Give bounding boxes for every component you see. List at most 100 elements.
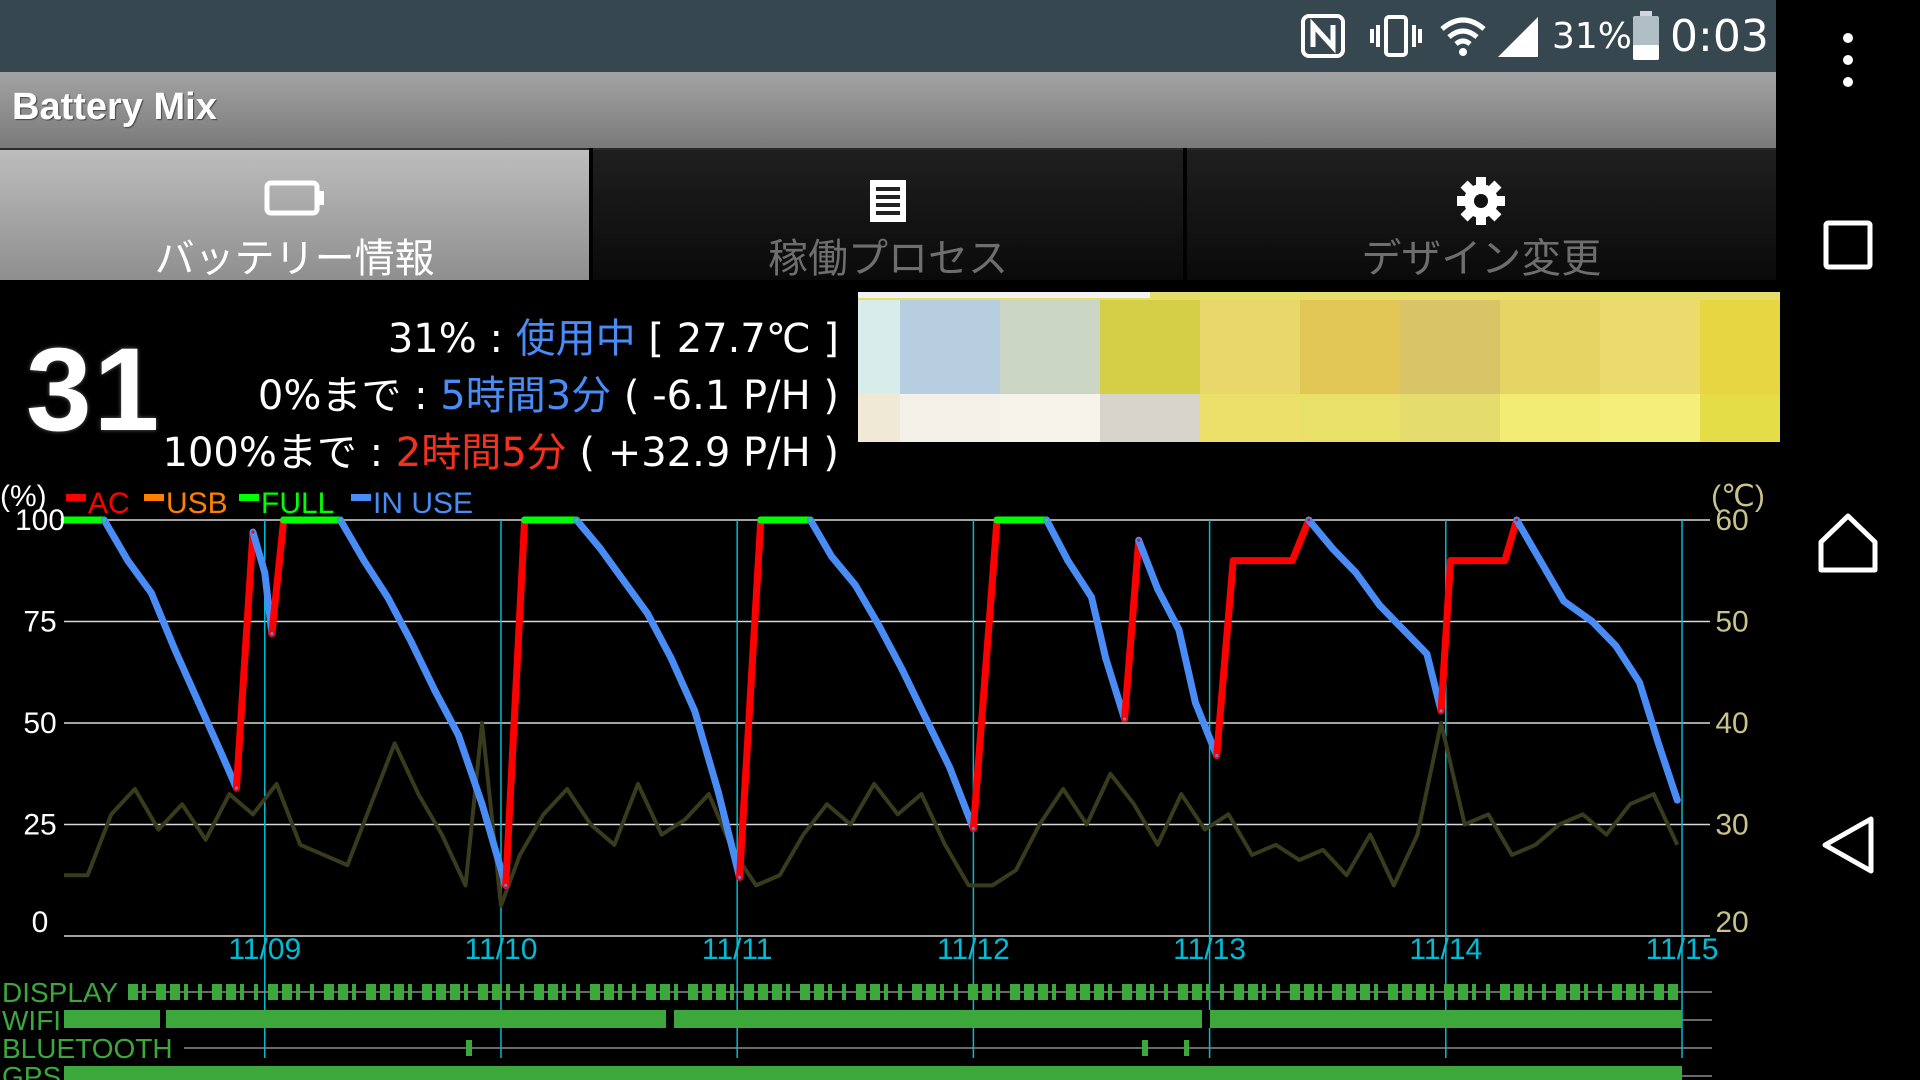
battery-point [1156, 587, 1160, 591]
time-bar-segment [464, 984, 468, 1000]
y-right-tick-label: 20 [1715, 906, 1748, 939]
battery-line-segment-use [1536, 557, 1568, 605]
battery-line-segment-use [1352, 569, 1384, 609]
back-icon[interactable] [1776, 812, 1920, 878]
battery-line-segment-use [1154, 585, 1183, 634]
legend-swatch [239, 494, 259, 501]
battery-point [738, 875, 742, 879]
time-bar-gap [160, 1010, 166, 1028]
time-bar-segment [1142, 1040, 1148, 1056]
battery-point [456, 733, 460, 737]
charge-rate: ( +32.9 P/H ) [566, 430, 839, 476]
time-bar-segment [64, 1010, 1682, 1028]
clock: 0:03 [1670, 10, 1769, 62]
legend-swatch [144, 494, 164, 501]
app-title-bar: Battery Mix [0, 72, 1776, 148]
tab-running-processes[interactable]: 稼働プロセス [593, 148, 1183, 282]
time-bar-segment [184, 984, 188, 1000]
battery-icon [0, 180, 589, 216]
battery-line-segment-use [573, 516, 604, 552]
time-bar-segment [534, 984, 544, 1000]
battery-line-segment-use [620, 577, 651, 617]
time-bar-segment [1640, 984, 1644, 1000]
time-bar-segment [884, 984, 888, 1000]
battery-line-segment-use [360, 557, 392, 601]
battery-point [523, 518, 527, 522]
tab-label: デザイン変更 [1361, 236, 1602, 282]
time-bar-segment [1234, 984, 1244, 1000]
battery-point [1177, 628, 1181, 632]
legend-label: IN USE [373, 487, 473, 520]
home-icon[interactable] [1776, 508, 1920, 578]
time-bar-segment [744, 984, 754, 1000]
battery-point [126, 559, 130, 563]
cell-signal-icon [1496, 0, 1540, 72]
battery-point [808, 518, 812, 522]
battery-line-segment-use [1087, 593, 1110, 662]
battery-point [1425, 652, 1429, 656]
time-bar-segment [1598, 984, 1602, 1000]
time-bar-segment [1556, 984, 1566, 1000]
time-bar-segment [926, 984, 936, 1000]
time-bar-segment [1262, 984, 1266, 1000]
battery-point [877, 624, 881, 628]
time-bar-label: WIFI [2, 1005, 61, 1036]
battery-line-segment-use [899, 666, 930, 723]
battery-point [197, 701, 201, 705]
time-bar-segment [282, 984, 292, 1000]
battery-point [220, 753, 224, 757]
battery-line-segment-use [1612, 642, 1643, 686]
battery-percent: 31% [1552, 15, 1633, 57]
battery-line-segment-use [1588, 618, 1620, 650]
time-bar-segment [660, 984, 670, 1000]
tab-battery-info[interactable]: バッテリー情報 [0, 148, 590, 282]
charging-state: 使用中 [515, 316, 636, 362]
battery-line-segment-use [1305, 516, 1336, 552]
battery-point [995, 518, 999, 522]
battery-point [1066, 559, 1070, 563]
time-bar-segment [226, 984, 236, 1000]
time-bar-segment [394, 984, 404, 1000]
time-bar-segment [338, 984, 348, 1000]
time-bar-segment [1486, 984, 1490, 1000]
time-bar-segment [1276, 984, 1280, 1000]
time-bar-segment [352, 984, 356, 1000]
battery-point [971, 827, 975, 831]
time-bar-segment [1010, 984, 1020, 1000]
battery-line-segment-ac [502, 516, 529, 889]
discharge-rate: ( -6.1 P/H ) [611, 373, 839, 419]
y-right-tick-label: 40 [1715, 707, 1748, 740]
time-bar-segment [506, 984, 510, 1000]
y-right-tick-label: 50 [1715, 606, 1748, 639]
battery-line-segment-use [1064, 557, 1095, 601]
time-bar-segment [1402, 984, 1412, 1000]
battery-point [234, 786, 238, 790]
time-bar-segment [1192, 984, 1202, 1000]
battery-line-segment-use [806, 516, 836, 561]
time-bar-segment [1094, 984, 1104, 1000]
battery-line-segment-use [946, 764, 977, 833]
battery-point [480, 802, 484, 806]
battery-point [1503, 559, 1507, 563]
battery-point [270, 632, 274, 636]
time-bar-segment [170, 984, 180, 1000]
battery-point [251, 530, 255, 534]
time-bar-segment [1654, 984, 1664, 1000]
recents-icon[interactable] [1776, 212, 1920, 278]
battery-line-segment-use [1175, 626, 1199, 707]
overflow-menu-icon[interactable] [1776, 28, 1920, 92]
battery-point [338, 518, 342, 522]
battery-point [1137, 538, 1141, 542]
legend-label: AC [88, 487, 130, 520]
separator: : [356, 430, 396, 476]
time-bar-segment [1304, 984, 1314, 1000]
battery-line-segment-use [1043, 516, 1072, 565]
tab-design-settings[interactable]: デザイン変更 [1186, 148, 1776, 282]
battery-point [1354, 571, 1358, 575]
battery-point [1656, 741, 1660, 745]
color-swatch-image [858, 292, 1780, 442]
battery-line-segment-ac [268, 516, 288, 638]
battery-point [504, 883, 508, 887]
time-bar-segment [1052, 984, 1056, 1000]
time-bar-segment [1514, 984, 1524, 1000]
